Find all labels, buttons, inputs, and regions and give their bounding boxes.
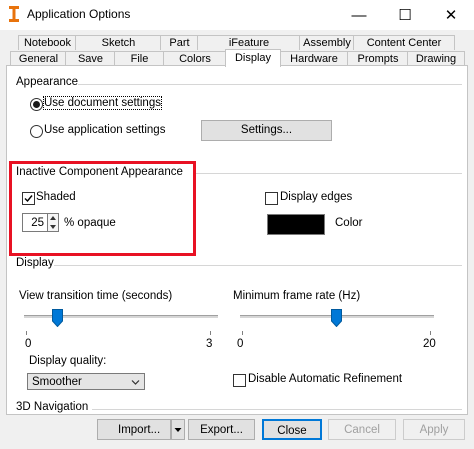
tab-display[interactable]: Display bbox=[225, 49, 281, 67]
view-transition-slider-thumb[interactable] bbox=[51, 309, 63, 327]
settings-button[interactable]: Settings... bbox=[201, 120, 332, 141]
navigation-group-label: 3D Navigation bbox=[16, 401, 89, 413]
close-window-button[interactable]: ✕ bbox=[428, 0, 474, 30]
view-transition-min-label: 0 bbox=[25, 338, 32, 350]
app-logo-icon bbox=[9, 6, 19, 22]
use-application-settings-label[interactable]: Use application settings bbox=[44, 124, 165, 136]
tab-drawing[interactable]: Drawing bbox=[407, 51, 465, 66]
appearance-group-label: Appearance bbox=[16, 76, 79, 88]
display-group-label: Display bbox=[16, 257, 54, 269]
appearance-divider bbox=[78, 84, 462, 85]
disable-refinement-label[interactable]: Disable Automatic Refinement bbox=[248, 373, 402, 385]
tab-prompts[interactable]: Prompts bbox=[347, 51, 409, 66]
use-application-settings-radio[interactable] bbox=[30, 125, 43, 138]
min-frame-rate-slider-thumb[interactable] bbox=[331, 309, 342, 327]
maximize-icon: ☐ bbox=[398, 7, 412, 24]
close-icon: ✕ bbox=[444, 7, 458, 24]
tab-hardware[interactable]: Hardware bbox=[279, 51, 349, 66]
apply-button[interactable]: Apply bbox=[403, 419, 465, 440]
min-frame-rate-tick-min bbox=[242, 331, 243, 335]
disable-refinement-checkbox[interactable] bbox=[233, 374, 246, 387]
display-quality-label: Display quality: bbox=[29, 355, 107, 367]
tab-sketch[interactable]: Sketch bbox=[75, 35, 162, 50]
red-highlight-box bbox=[9, 161, 196, 256]
display-quality-select[interactable]: Smoother bbox=[27, 373, 145, 390]
color-label: Color bbox=[335, 217, 363, 229]
tab-save[interactable]: Save bbox=[65, 51, 116, 66]
tab-notebook[interactable]: Notebook bbox=[18, 35, 77, 50]
use-document-settings-label[interactable]: Use document settings bbox=[43, 96, 162, 110]
dropdown-arrow-icon bbox=[174, 428, 182, 432]
display-edges-checkbox[interactable] bbox=[265, 192, 278, 205]
minimize-button[interactable]: — bbox=[336, 0, 382, 30]
tab-colors[interactable]: Colors bbox=[163, 51, 227, 66]
tab-part[interactable]: Part bbox=[160, 35, 199, 50]
maximize-button[interactable]: ☐ bbox=[382, 0, 428, 30]
export-button[interactable]: Export... bbox=[188, 419, 255, 440]
min-frame-rate-max-label: 20 bbox=[423, 338, 436, 350]
tab-assembly[interactable]: Assembly bbox=[299, 35, 355, 50]
view-transition-tick-min bbox=[26, 331, 27, 335]
tab-content-center[interactable]: Content Center bbox=[353, 35, 455, 50]
title-bar: Application Options — ☐ ✕ bbox=[0, 0, 474, 30]
display-edges-label[interactable]: Display edges bbox=[280, 191, 352, 203]
min-frame-rate-label: Minimum frame rate (Hz) bbox=[233, 290, 361, 302]
cancel-button[interactable]: Cancel bbox=[328, 419, 396, 440]
navigation-divider bbox=[92, 409, 462, 410]
chevron-down-icon bbox=[131, 380, 140, 385]
view-transition-max-label: 3 bbox=[206, 338, 213, 350]
min-frame-rate-min-label: 0 bbox=[237, 338, 244, 350]
view-transition-tick-max bbox=[210, 331, 211, 335]
color-swatch-button[interactable] bbox=[267, 214, 325, 235]
display-divider bbox=[54, 265, 462, 266]
display-quality-value: Smoother bbox=[32, 376, 82, 388]
tab-file[interactable]: File bbox=[114, 51, 165, 66]
tab-ifeature[interactable]: iFeature bbox=[197, 35, 301, 50]
min-frame-rate-tick-max bbox=[430, 331, 431, 335]
import-dropdown-button[interactable] bbox=[171, 419, 185, 440]
view-transition-label: View transition time (seconds) bbox=[19, 290, 173, 302]
import-button-label: Import... bbox=[118, 424, 161, 436]
inactive-appearance-divider bbox=[193, 173, 462, 174]
close-button[interactable]: Close bbox=[262, 419, 322, 440]
import-button[interactable]: Import... bbox=[97, 419, 171, 440]
window-title: Application Options bbox=[27, 7, 131, 21]
use-document-settings-radio[interactable] bbox=[30, 98, 43, 111]
tab-general[interactable]: General bbox=[10, 51, 67, 66]
minimize-icon: — bbox=[351, 6, 367, 24]
